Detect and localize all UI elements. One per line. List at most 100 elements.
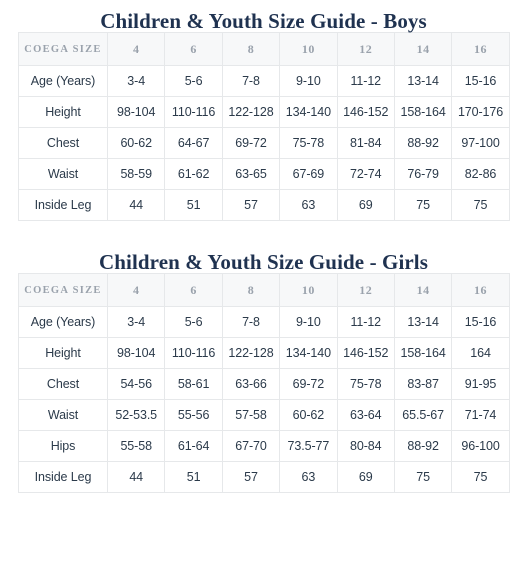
table-cell: 67-69 [279,158,338,190]
table-cell: 134-140 [279,337,338,369]
column-header-size-6: 6 [164,273,223,307]
table-row: Height 98-104 110-116 122-128 134-140 14… [18,337,510,369]
column-header-size-12: 12 [336,32,395,66]
table-cell: 81-84 [336,127,395,159]
table-cell: 57 [221,189,281,221]
table-cell: 54-56 [106,368,166,400]
table-cell: 76-79 [393,158,453,190]
boys-table-body: Age (Years) 3-4 5-6 7-8 9-10 11-12 13-14… [18,65,510,221]
table-cell: 69 [336,189,395,221]
boys-size-guide-section: Children & Youth Size Guide - Boys COEGA… [0,0,527,221]
table-cell: 75 [393,189,453,221]
table-cell: 61-64 [164,430,223,462]
table-row: Age (Years) 3-4 5-6 7-8 9-10 11-12 13-14… [18,65,510,97]
girls-table-body: Age (Years) 3-4 5-6 7-8 9-10 11-12 13-14… [18,306,510,493]
column-header-size-6: 6 [164,32,223,66]
column-header-size-8: 8 [221,32,281,66]
row-label-chest: Chest [18,368,108,400]
column-header-size-12: 12 [336,273,395,307]
column-header-coega-size: COEGA SIZE [18,32,108,66]
table-cell: 69-72 [221,127,281,159]
table-cell: 5-6 [164,306,223,338]
table-cell: 15-16 [451,306,510,338]
table-cell: 57 [221,461,281,493]
table-cell: 75 [393,461,453,493]
boys-table-head: COEGA SIZE 4 6 8 10 12 14 16 [18,32,510,66]
table-cell: 110-116 [164,337,223,369]
table-cell: 75-78 [279,127,338,159]
table-cell: 170-176 [451,96,510,128]
table-cell: 13-14 [393,65,453,97]
table-cell: 69 [336,461,395,493]
row-label-waist: Waist [18,399,108,431]
boys-size-table: COEGA SIZE 4 6 8 10 12 14 16 Age (Years)… [18,32,510,221]
table-cell: 122-128 [221,337,281,369]
table-cell: 9-10 [279,306,338,338]
table-cell: 158-164 [393,337,453,369]
column-header-size-4: 4 [106,32,166,66]
table-cell: 97-100 [451,127,510,159]
column-header-size-16: 16 [451,273,510,307]
girls-table-wrap: COEGA SIZE 4 6 8 10 12 14 16 Age (Years)… [0,273,527,493]
table-cell: 69-72 [279,368,338,400]
column-header-size-14: 14 [393,32,453,66]
girls-size-guide-section: Children & Youth Size Guide - Girls COEG… [0,238,527,493]
row-label-inside-leg: Inside Leg [18,461,108,493]
table-row: Inside Leg 44 51 57 63 69 75 75 [18,461,510,493]
table-row: Chest 54-56 58-61 63-66 69-72 75-78 83-8… [18,368,510,400]
table-row: Inside Leg 44 51 57 63 69 75 75 [18,189,510,221]
table-cell: 11-12 [336,306,395,338]
table-cell: 110-116 [164,96,223,128]
row-label-waist: Waist [18,158,108,190]
page-title-girls: Children & Youth Size Guide - Girls [98,250,429,274]
column-header-size-14: 14 [393,273,453,307]
table-cell: 72-74 [336,158,395,190]
table-row: Age (Years) 3-4 5-6 7-8 9-10 11-12 13-14… [18,306,510,338]
table-cell: 71-74 [451,399,510,431]
table-row: Waist 52-53.5 55-56 57-58 60-62 63-64 65… [18,399,510,431]
table-cell: 57-58 [221,399,281,431]
table-cell: 65.5-67 [393,399,453,431]
table-header-row: COEGA SIZE 4 6 8 10 12 14 16 [18,32,510,66]
table-cell: 164 [451,337,510,369]
table-row: Hips 55-58 61-64 67-70 73.5-77 80-84 88-… [18,430,510,462]
table-cell: 55-56 [164,399,223,431]
table-cell: 146-152 [336,337,395,369]
column-header-size-8: 8 [221,273,281,307]
table-cell: 52-53.5 [106,399,166,431]
table-row: Chest 60-62 64-67 69-72 75-78 81-84 88-9… [18,127,510,159]
row-label-chest: Chest [18,127,108,159]
table-cell: 82-86 [451,158,510,190]
table-cell: 9-10 [279,65,338,97]
table-cell: 88-92 [393,430,453,462]
table-row: Height 98-104 110-116 122-128 134-140 14… [18,96,510,128]
row-label-age-years: Age (Years) [18,306,108,338]
column-header-size-4: 4 [106,273,166,307]
table-cell: 83-87 [393,368,453,400]
table-cell: 63-66 [221,368,281,400]
table-cell: 7-8 [221,65,281,97]
table-cell: 5-6 [164,65,223,97]
table-cell: 44 [106,461,166,493]
table-cell: 60-62 [279,399,338,431]
table-cell: 67-70 [221,430,281,462]
table-cell: 88-92 [393,127,453,159]
table-cell: 63-64 [336,399,395,431]
row-label-age-years: Age (Years) [18,65,108,97]
table-cell: 64-67 [164,127,223,159]
table-cell: 51 [164,189,223,221]
table-cell: 3-4 [106,306,166,338]
column-header-size-16: 16 [451,32,510,66]
table-cell: 51 [164,461,223,493]
table-cell: 58-59 [106,158,166,190]
column-header-size-10: 10 [279,32,338,66]
table-cell: 7-8 [221,306,281,338]
table-cell: 73.5-77 [279,430,338,462]
table-cell: 91-95 [451,368,510,400]
table-cell: 55-58 [106,430,166,462]
size-guide-page: Children & Youth Size Guide - Boys COEGA… [0,0,527,565]
table-cell: 63-65 [221,158,281,190]
girls-size-table: COEGA SIZE 4 6 8 10 12 14 16 Age (Years)… [18,273,510,493]
table-cell: 60-62 [106,127,166,159]
